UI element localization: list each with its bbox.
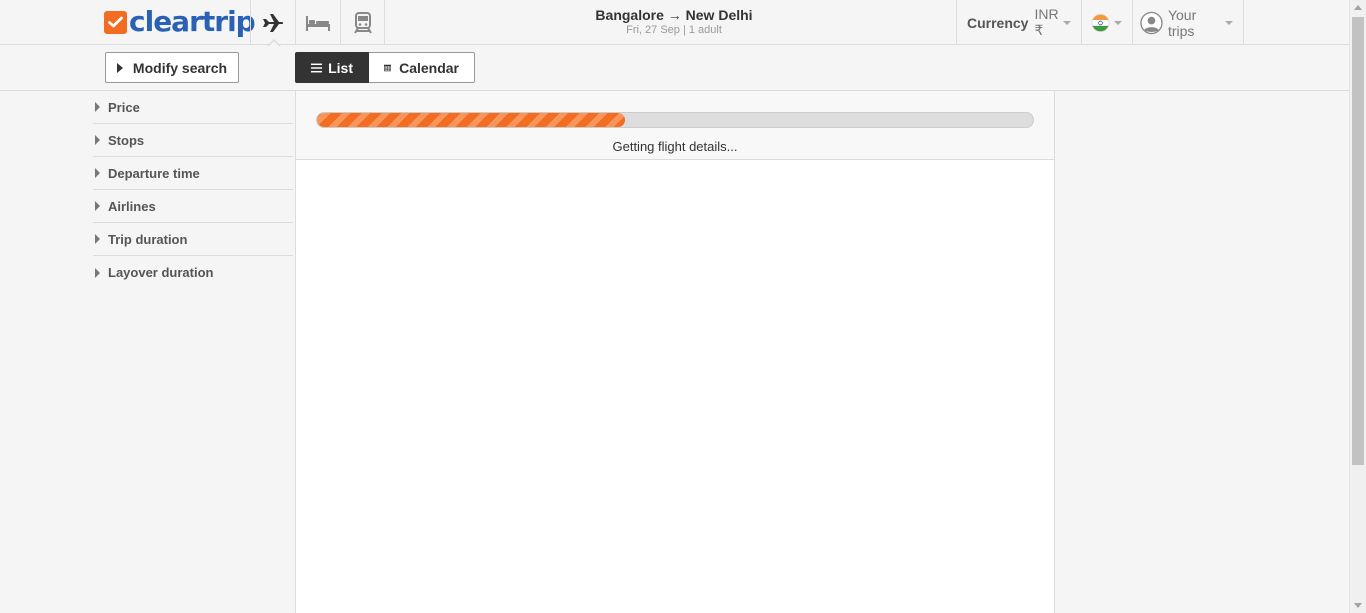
header-right: Currency INR ₹ Your trips bbox=[956, 0, 1244, 45]
filter-label: Layover duration bbox=[108, 265, 214, 280]
progress-bar bbox=[316, 112, 1034, 128]
plane-icon bbox=[263, 13, 284, 32]
cleartrip-logo[interactable]: cleartrip bbox=[104, 5, 256, 38]
currency-selector[interactable]: Currency INR ₹ bbox=[956, 0, 1081, 45]
top-header: cleartrip Bangalore → New Delhi Fri, 27 … bbox=[0, 0, 1349, 47]
modify-search-button[interactable]: Modify search bbox=[105, 52, 239, 83]
list-icon bbox=[311, 63, 323, 72]
logo-text: cleartrip bbox=[129, 5, 256, 38]
product-nav bbox=[250, 0, 385, 47]
calendar-view-button[interactable]: Calendar bbox=[369, 52, 475, 83]
currency-value: INR ₹ bbox=[1034, 6, 1059, 38]
currency-label: Currency bbox=[967, 14, 1029, 31]
filter-label: Stops bbox=[108, 132, 145, 148]
filters-sidebar: Price Stops Departure time Airlines Trip… bbox=[93, 91, 293, 289]
nav-hotels[interactable] bbox=[295, 0, 340, 45]
list-view-button[interactable]: List bbox=[295, 52, 369, 83]
scroll-up-arrow-icon[interactable] bbox=[1354, 5, 1362, 10]
filter-trip-duration[interactable]: Trip duration bbox=[93, 223, 293, 256]
list-view-label: List bbox=[328, 59, 353, 76]
progress-fill bbox=[317, 113, 625, 127]
country-selector[interactable] bbox=[1081, 0, 1132, 45]
caret-right-icon bbox=[95, 267, 100, 278]
your-trips-label: Your trips bbox=[1167, 6, 1197, 39]
filter-price[interactable]: Price bbox=[93, 91, 293, 124]
filter-label: Departure time bbox=[108, 165, 200, 181]
caret-right-icon bbox=[95, 234, 100, 244]
calendar-view-label: Calendar bbox=[399, 59, 459, 76]
search-summary: Bangalore → New Delhi Fri, 27 Sep | 1 ad… bbox=[574, 7, 774, 37]
filter-label: Airlines bbox=[108, 198, 156, 214]
route-title: Bangalore → New Delhi bbox=[595, 7, 753, 23]
page-scrollbar[interactable] bbox=[1349, 0, 1366, 613]
results-panel: Getting flight details... bbox=[295, 91, 1055, 613]
route-subtitle: Fri, 27 Sep | 1 adult bbox=[626, 24, 722, 36]
view-toggle: List Calendar bbox=[295, 52, 475, 83]
india-flag-icon bbox=[1091, 13, 1110, 32]
scroll-down-arrow-icon[interactable] bbox=[1354, 603, 1362, 608]
filter-airlines[interactable]: Airlines bbox=[93, 190, 293, 223]
nav-trains[interactable] bbox=[340, 0, 385, 45]
caret-right-icon bbox=[95, 201, 100, 211]
your-trips-menu[interactable]: Your trips bbox=[1132, 0, 1244, 45]
bed-icon bbox=[306, 15, 330, 31]
nav-flights[interactable] bbox=[250, 0, 295, 47]
filter-layover-duration[interactable]: Layover duration bbox=[93, 256, 293, 289]
filter-departure-time[interactable]: Departure time bbox=[93, 157, 293, 190]
progress-status-text: Getting flight details... bbox=[612, 139, 738, 154]
calendar-icon bbox=[384, 64, 392, 71]
loading-area: Getting flight details... bbox=[296, 91, 1054, 160]
train-icon bbox=[353, 11, 372, 34]
caret-right-icon bbox=[95, 168, 100, 178]
logo-check-icon bbox=[104, 10, 127, 34]
caret-right-icon bbox=[116, 62, 123, 73]
chevron-down-icon bbox=[1225, 20, 1233, 25]
filter-label: Trip duration bbox=[108, 231, 188, 247]
caret-right-icon bbox=[95, 135, 100, 145]
filter-label: Price bbox=[108, 99, 140, 115]
filter-stops[interactable]: Stops bbox=[93, 124, 293, 157]
user-avatar-icon bbox=[1140, 11, 1163, 34]
caret-right-icon bbox=[95, 102, 100, 112]
chevron-down-icon bbox=[1063, 20, 1071, 25]
modify-search-label: Modify search bbox=[132, 59, 228, 76]
chevron-down-icon bbox=[1114, 20, 1122, 25]
scrollbar-thumb[interactable] bbox=[1352, 17, 1364, 465]
